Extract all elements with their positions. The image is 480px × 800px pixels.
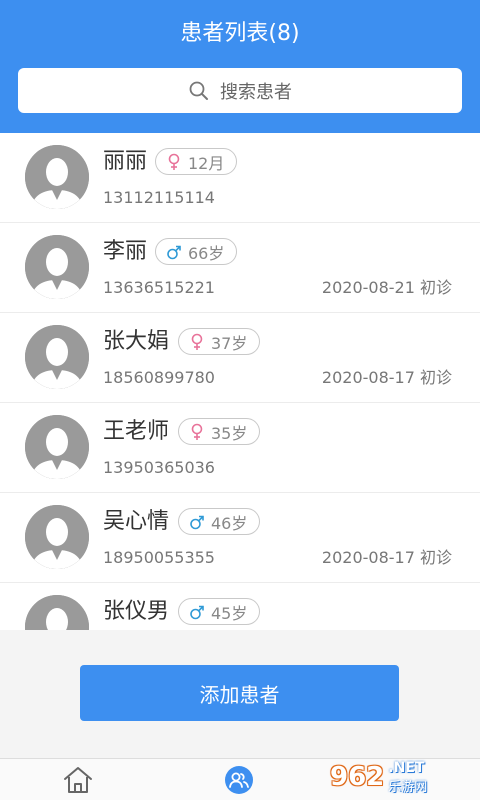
patient-age: 46岁: [211, 513, 248, 533]
avatar: [25, 505, 89, 569]
patient-row[interactable]: 王老师 35岁 13950365036: [0, 403, 480, 493]
patient-phone: 18950055355: [103, 548, 215, 567]
male-icon: [190, 515, 204, 529]
avatar: [25, 595, 89, 630]
patient-phone: 13636515221: [103, 278, 215, 297]
avatar-placeholder-icon: [25, 595, 89, 630]
avatar-placeholder-icon: [25, 145, 89, 209]
female-icon: [191, 333, 203, 350]
gender-age-badge: 35岁: [178, 418, 261, 445]
male-icon: [190, 605, 204, 619]
avatar-placeholder-icon: [25, 505, 89, 569]
female-icon: [191, 423, 203, 440]
patient-phone: 13950365036: [103, 458, 215, 477]
search-input[interactable]: 搜索患者: [18, 68, 462, 113]
gender-age-badge: 66岁: [155, 238, 238, 265]
gender-age-badge: 45岁: [178, 598, 261, 625]
add-patient-button[interactable]: 添加患者: [80, 665, 399, 721]
watermark-net: .NET: [388, 759, 425, 776]
avatar: [25, 145, 89, 209]
patient-row[interactable]: 张大娟 37岁 18560899780 2020-08-17 初诊: [0, 313, 480, 403]
watermark: 962 .NET 乐游网: [330, 754, 480, 800]
page-title: 患者列表(8): [180, 21, 300, 46]
avatar-placeholder-icon: [25, 415, 89, 479]
patient-age: 45岁: [211, 603, 248, 623]
patient-phone: 18560899780: [103, 368, 215, 387]
patient-age: 35岁: [211, 423, 248, 443]
avatar-placeholder-icon: [25, 325, 89, 389]
patient-name: 李丽: [103, 239, 148, 264]
patients-icon[interactable]: [223, 765, 255, 795]
search-placeholder: 搜索患者: [220, 81, 292, 103]
patient-row[interactable]: 吴心情 46岁 18950055355 2020-08-17 初诊: [0, 493, 480, 583]
patient-row[interactable]: 张仪男 45岁: [0, 583, 480, 630]
patient-row[interactable]: 李丽 66岁 13636515221 2020-08-21 初诊: [0, 223, 480, 313]
avatar-placeholder-icon: [25, 235, 89, 299]
app-header: 患者列表(8) 搜索患者: [0, 0, 480, 133]
patient-age: 12月: [188, 153, 225, 173]
patient-row[interactable]: 丽丽 12月 13112115114: [0, 133, 480, 223]
patient-name: 张大娟: [103, 329, 170, 354]
watermark-logo: 962: [330, 762, 385, 792]
patient-name: 张仪男: [103, 599, 170, 624]
visit-info: 2020-08-17 初诊: [321, 368, 452, 387]
gender-age-badge: 37岁: [178, 328, 261, 355]
patient-name: 丽丽: [103, 149, 148, 174]
search-icon: [189, 81, 208, 100]
patient-name: 王老师: [103, 419, 170, 444]
patient-name: 吴心情: [103, 509, 170, 534]
watermark-text: 乐游网: [388, 779, 428, 795]
home-icon[interactable]: [62, 765, 94, 795]
patient-age: 37岁: [211, 333, 248, 353]
gender-age-badge: 46岁: [178, 508, 261, 535]
patient-list[interactable]: 丽丽 12月 13112115114 李丽 66岁 13636515221 20…: [0, 133, 480, 630]
visit-info: 2020-08-21 初诊: [321, 278, 452, 297]
female-icon: [168, 153, 180, 170]
avatar: [25, 235, 89, 299]
patient-phone: 13112115114: [103, 188, 215, 207]
avatar: [25, 415, 89, 479]
gender-age-badge: 12月: [155, 148, 238, 175]
patient-age: 66岁: [188, 243, 225, 263]
male-icon: [167, 245, 181, 259]
action-area: 添加患者: [0, 630, 480, 758]
visit-info: 2020-08-17 初诊: [321, 548, 452, 567]
avatar: [25, 325, 89, 389]
